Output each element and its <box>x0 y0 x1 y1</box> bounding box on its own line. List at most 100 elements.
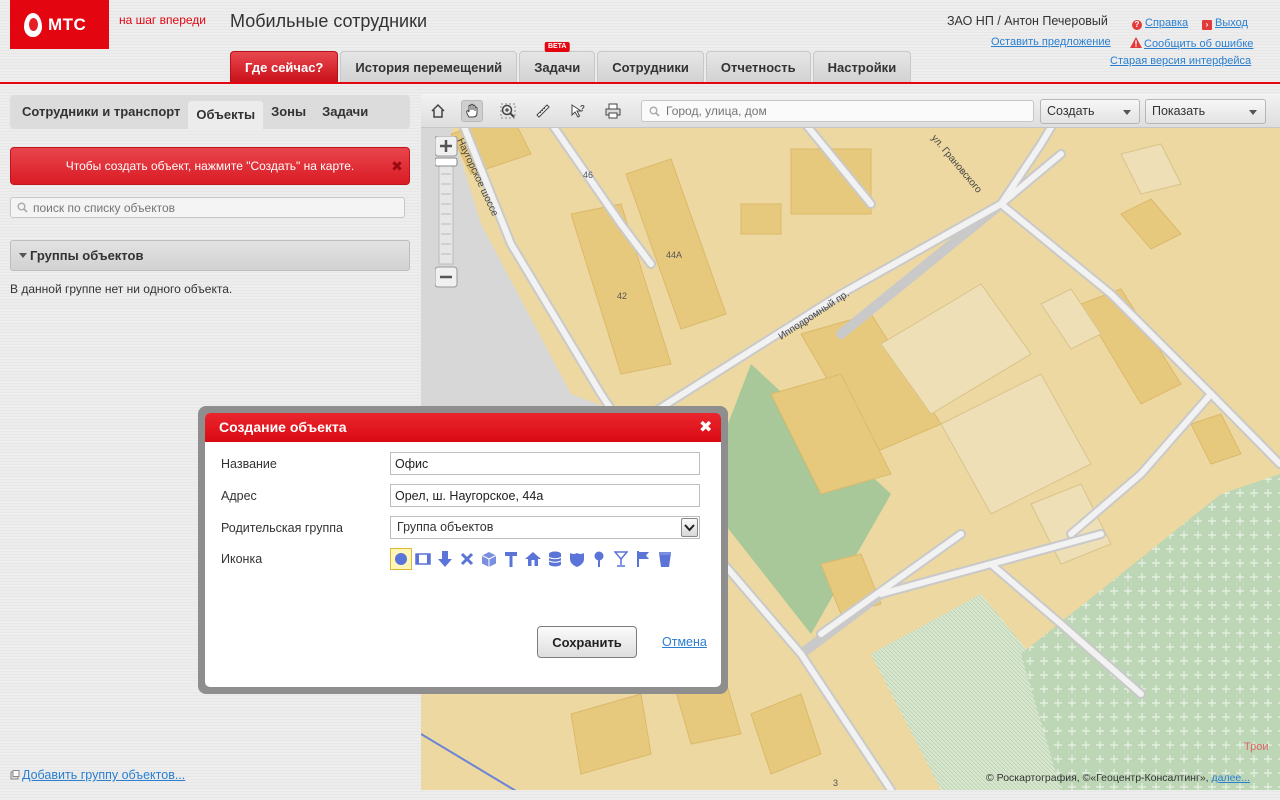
glass-icon[interactable] <box>610 548 632 570</box>
home-icon <box>431 103 445 118</box>
slogan: на шаг впереди <box>119 13 206 27</box>
left-tab-staff[interactable]: Сотрудники и транспорт <box>14 98 188 126</box>
tab-history[interactable]: История перемещений <box>340 51 518 82</box>
left-tab-tasks[interactable]: Задачи <box>314 98 376 126</box>
parent-group-value: Группа объектов <box>397 520 494 534</box>
left-tab-objects[interactable]: Объекты <box>188 101 264 129</box>
suggest-link[interactable]: Оставить предложение <box>991 36 1111 48</box>
tab-label: Отчетность <box>720 60 796 75</box>
tab-employees[interactable]: Сотрудники <box>597 51 704 82</box>
warning-icon <box>1130 37 1142 48</box>
house-icon[interactable] <box>522 548 544 570</box>
stack-icon[interactable] <box>544 548 566 570</box>
main-nav: Где сейчас? История перемещений BETA Зада… <box>230 42 913 82</box>
flag-icon[interactable] <box>632 548 654 570</box>
house-number: 3 <box>833 778 838 788</box>
object-search[interactable] <box>10 197 405 218</box>
chevron-down-icon <box>684 524 695 532</box>
tab-tasks[interactable]: BETA Задачи <box>519 42 596 82</box>
name-field[interactable] <box>390 452 700 475</box>
tab-reports[interactable]: Отчетность <box>705 51 811 82</box>
pin-icon[interactable] <box>588 548 610 570</box>
parent-group-label: Родительская группа <box>221 521 343 535</box>
logout-link-wrap[interactable]: › Выход <box>1202 15 1248 30</box>
groups-header-label: Группы объектов <box>30 248 144 263</box>
tab-label: Сотрудники <box>612 60 689 75</box>
help-link-wrap[interactable]: ? Справка <box>1132 15 1188 30</box>
add-group-wrap[interactable]: Добавить группу объектов... <box>10 768 185 782</box>
app-title: Мобильные сотрудники <box>230 11 428 31</box>
triangle-down-icon <box>19 253 27 258</box>
house-number: 44А <box>666 250 682 260</box>
attribution-text: © Роскартография, ©«Геоцентр-Консалтинг»… <box>986 772 1209 784</box>
print-icon <box>605 103 621 119</box>
icon-label: Иконка <box>221 552 263 566</box>
name-label: Название <box>221 457 277 471</box>
cancel-link[interactable]: Отмена <box>662 635 707 649</box>
ruler-icon <box>536 104 550 118</box>
close-icon[interactable]: ✖ <box>699 419 712 437</box>
parent-group-select[interactable]: Группа объектов <box>390 516 700 539</box>
object-search-input[interactable] <box>11 198 404 217</box>
report-link-wrap[interactable]: Сообщить об ошибке <box>1130 36 1253 50</box>
tab-settings[interactable]: Настройки <box>812 51 912 82</box>
tab-label: Задачи <box>534 60 581 75</box>
shield-icon[interactable] <box>566 548 588 570</box>
map-search-input[interactable] <box>642 101 1033 121</box>
map-search[interactable] <box>641 100 1034 122</box>
info-pointer-button[interactable]: ? <box>567 100 589 122</box>
show-dropdown-label: Показать <box>1152 104 1206 118</box>
tab-label: История перемещений <box>355 60 503 75</box>
zoom-area-button[interactable] <box>497 100 519 122</box>
cube-icon[interactable] <box>478 548 500 570</box>
cup-icon[interactable] <box>654 548 676 570</box>
modal-title: Создание объекта <box>205 413 721 442</box>
user-info: ЗАО НП / Антон Печеровый <box>947 14 1108 28</box>
house-number: 42 <box>617 291 627 301</box>
help-icon: ? <box>1132 20 1142 30</box>
groups-header[interactable]: Группы объектов <box>10 240 410 271</box>
address-label: Адрес <box>221 489 257 503</box>
tab-where-now[interactable]: Где сейчас? <box>230 51 339 82</box>
create-dropdown[interactable]: Создать <box>1040 99 1140 124</box>
map-place-label: Трои <box>1244 741 1269 753</box>
left-tab-zones[interactable]: Зоны <box>263 98 314 126</box>
map-attribution: © Роскартография, ©«Геоцентр-Консалтинг»… <box>986 772 1250 784</box>
create-dropdown-label: Создать <box>1047 104 1095 118</box>
hint-banner: Чтобы создать объект, нажмите "Создать" … <box>10 147 410 185</box>
left-tabs: Сотрудники и транспорт Объекты Зоны Зада… <box>10 95 410 129</box>
add-group-icon <box>10 770 20 780</box>
attribution-more-link[interactable]: далее... <box>1212 772 1251 784</box>
address-field[interactable] <box>390 484 700 507</box>
help-link[interactable]: Справка <box>1145 17 1188 29</box>
groups-empty-text: В данной группе нет ни одного объекта. <box>10 282 233 296</box>
show-dropdown[interactable]: Показать <box>1145 99 1266 124</box>
chevron-down-icon <box>1123 110 1131 115</box>
search-icon <box>17 202 28 213</box>
report-error-link[interactable]: Сообщить об ошибке <box>1144 38 1253 50</box>
logout-icon: › <box>1202 20 1212 30</box>
zoom-in-icon <box>500 103 516 119</box>
house-number: 46 <box>583 170 593 180</box>
print-button[interactable] <box>602 100 624 122</box>
home-button[interactable] <box>427 100 449 122</box>
ruler-button[interactable] <box>532 100 554 122</box>
hammer-icon[interactable] <box>500 548 522 570</box>
search-icon <box>649 106 660 117</box>
circle-icon[interactable] <box>390 548 412 570</box>
logout-link[interactable]: Выход <box>1215 17 1248 29</box>
close-icon[interactable]: ✖ <box>391 159 403 173</box>
add-group-link[interactable]: Добавить группу объектов... <box>22 768 185 782</box>
chevron-down-icon <box>1249 110 1257 115</box>
select-button[interactable] <box>681 518 698 537</box>
zoom-slider-handle[interactable] <box>434 157 458 167</box>
zoom-slider-graphic <box>434 135 458 288</box>
save-button[interactable]: Сохранить <box>537 626 637 658</box>
old-version-link[interactable]: Старая версия интерфейса <box>1110 55 1251 67</box>
arrow-down-icon[interactable] <box>434 548 456 570</box>
zoom-control <box>434 135 458 289</box>
cross-icon[interactable] <box>456 548 478 570</box>
pan-button[interactable] <box>461 100 483 122</box>
mts-logo[interactable]: МТС <box>10 0 109 49</box>
film-icon[interactable] <box>412 548 434 570</box>
